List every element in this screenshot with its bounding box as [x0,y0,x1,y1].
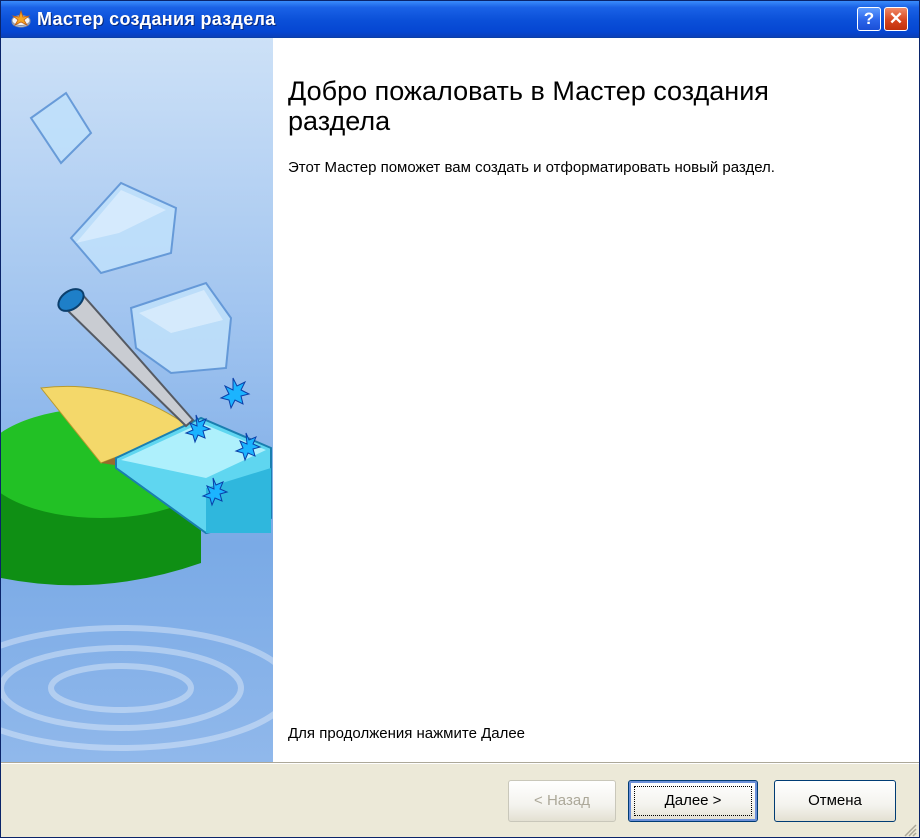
wizard-content: Добро пожаловать в Мастер создания разде… [273,38,919,762]
title-bar[interactable]: Мастер создания раздела ? ✕ [1,1,919,38]
wizard-disk-icon [11,10,31,28]
button-bar: < Назад Далее > Отмена [1,764,919,837]
help-button[interactable]: ? [857,7,881,31]
floating-wedge [29,91,233,375]
window-title: Мастер создания раздела [37,9,276,29]
page-title: Добро пожаловать в Мастер создания разде… [288,76,769,136]
partition-graphic [1,91,273,751]
wizard-description: Этот Мастер поможет вам создать и отформ… [288,159,775,176]
continue-hint: Для продолжения нажмите Далее [288,725,526,742]
wizard-window: Мастер создания раздела ? ✕ Добро пожало… [0,0,920,838]
focus-rect [634,786,752,816]
back-button[interactable]: < Назад [508,780,616,822]
cancel-button[interactable]: Отмена [774,780,896,822]
next-button[interactable]: Далее > [628,780,758,822]
close-button[interactable]: ✕ [884,7,908,31]
wizard-banner-image [1,38,273,762]
resize-grip-icon[interactable] [903,823,917,837]
